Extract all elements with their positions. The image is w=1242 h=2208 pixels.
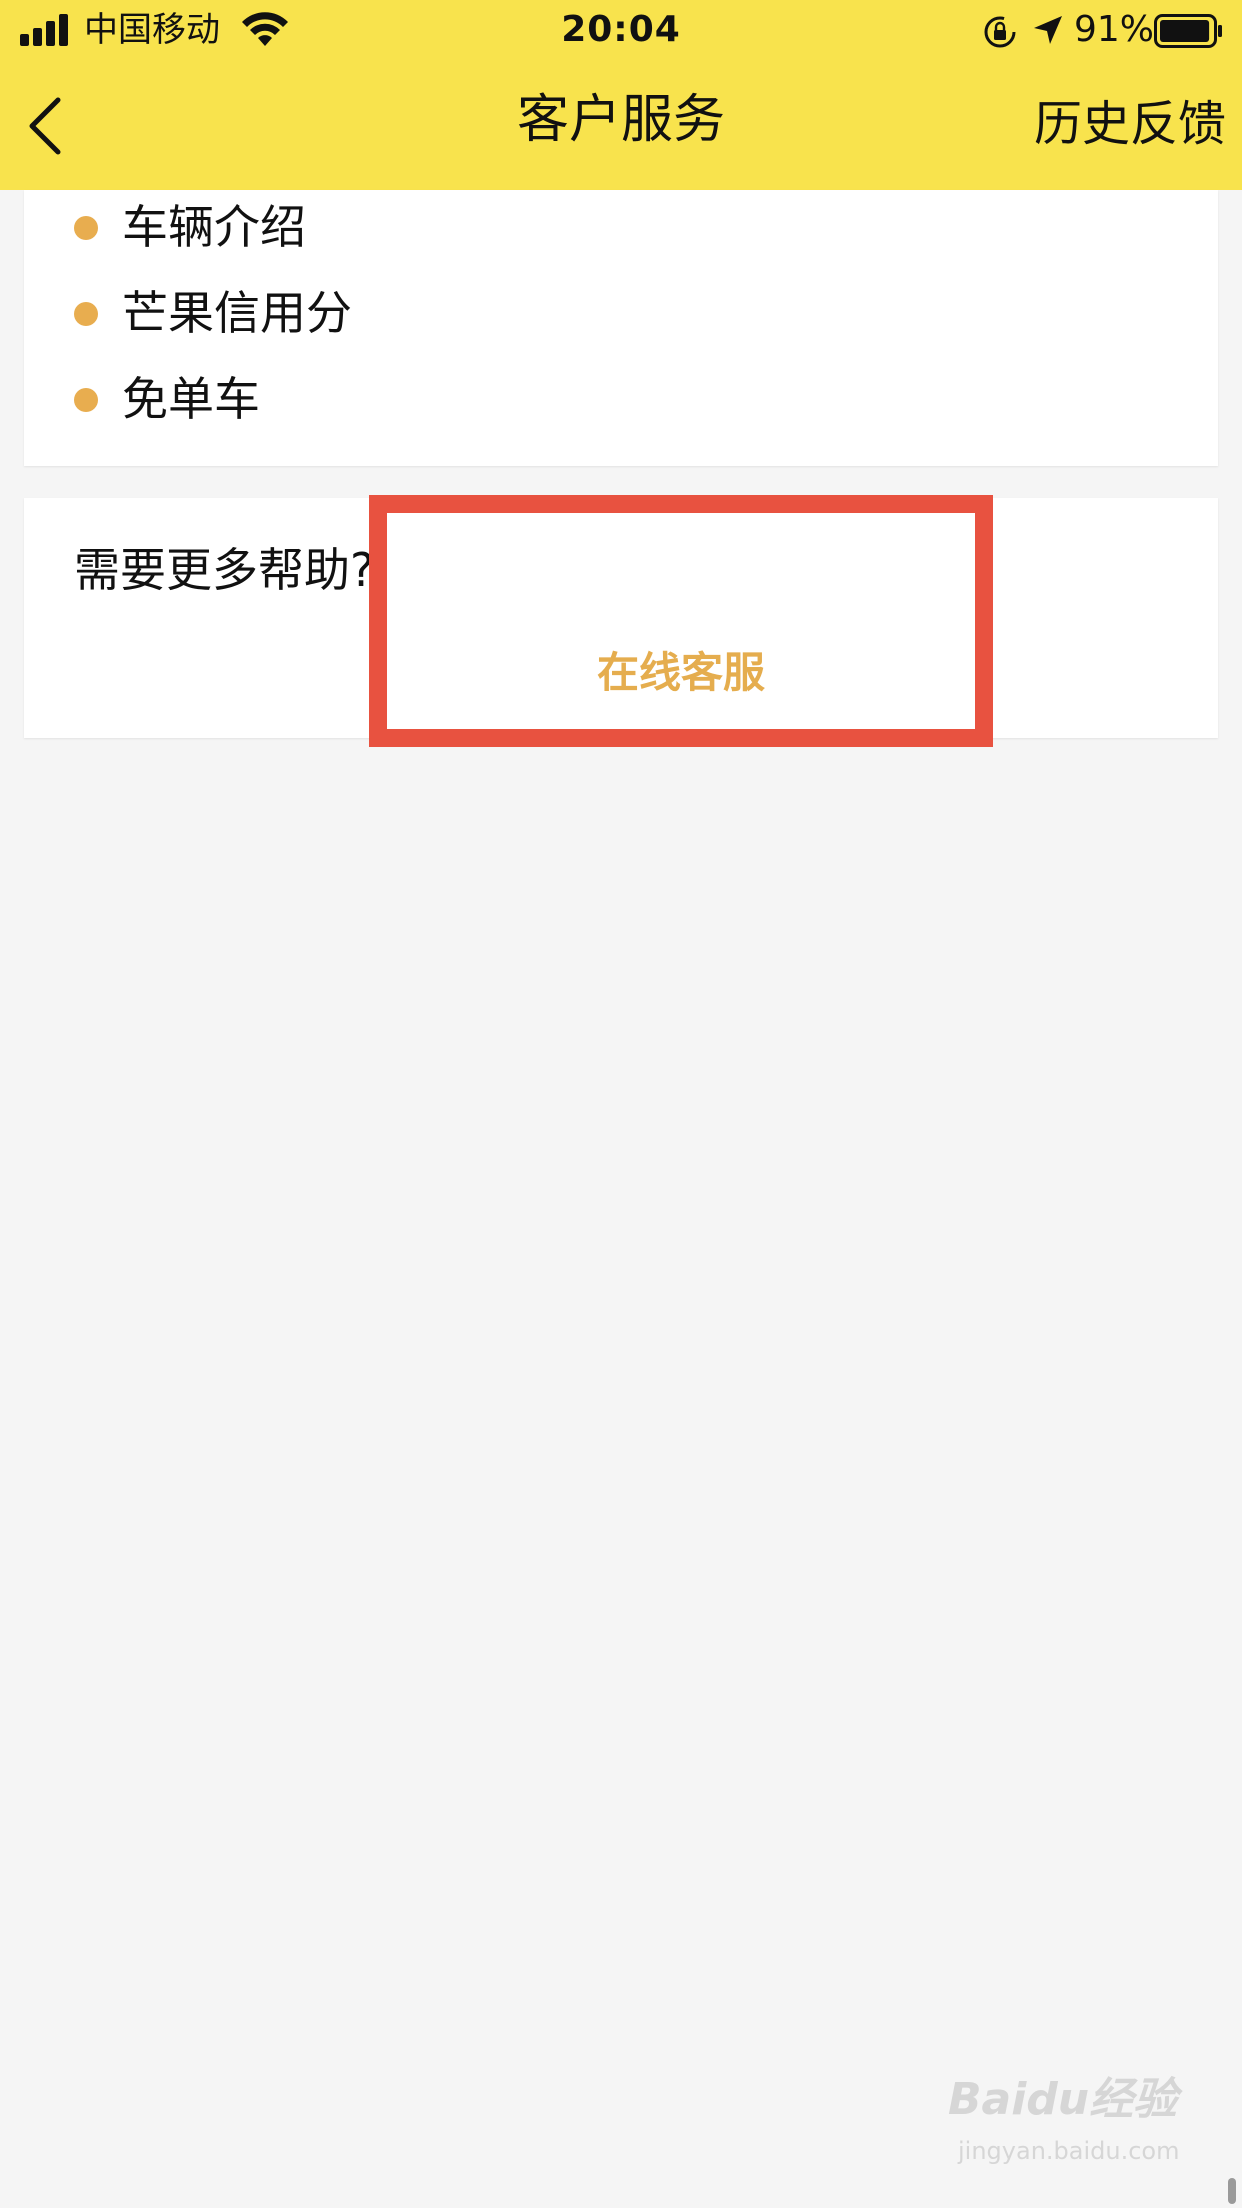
- bullet-dot: [74, 216, 98, 240]
- battery-percent: 91%: [1074, 9, 1155, 50]
- bullet-dot: [74, 302, 98, 326]
- scroll-indicator: [1228, 2178, 1236, 2204]
- rotation-lock-icon: [984, 16, 1016, 48]
- location-arrow-icon: [1034, 16, 1062, 44]
- list-item[interactable]: 芒果信用分: [24, 276, 1218, 348]
- bullet-dot: [74, 388, 98, 412]
- app-header: 中国移动 20:04 91% 客户服务 历史反馈: [0, 0, 1242, 190]
- navigation-bar: 客户服务 历史反馈: [0, 62, 1242, 190]
- watermark-logo-text: Baidu经验: [948, 2074, 1178, 2125]
- list-item-label: 车辆介绍: [122, 200, 306, 254]
- status-bar: 中国移动 20:04 91%: [0, 0, 1242, 62]
- highlight-annotation: 在线客服: [369, 495, 993, 747]
- battery-icon: [1154, 14, 1222, 48]
- baidu-watermark: Baidu经验 jingyan.baidu.com: [948, 2070, 1188, 2180]
- help-topics-card: 车辆介绍 芒果信用分 免单车: [24, 190, 1218, 466]
- online-service-button[interactable]: 在线客服: [387, 643, 975, 703]
- list-item[interactable]: 免单车: [24, 362, 1218, 434]
- more-help-title: 需要更多帮助?: [74, 543, 375, 597]
- list-item[interactable]: 车辆介绍: [24, 190, 1218, 262]
- history-feedback-button[interactable]: 历史反馈: [1034, 88, 1226, 160]
- list-item-label: 芒果信用分: [122, 286, 352, 340]
- list-item-label: 免单车: [122, 372, 260, 426]
- watermark-url: jingyan.baidu.com: [958, 2137, 1180, 2165]
